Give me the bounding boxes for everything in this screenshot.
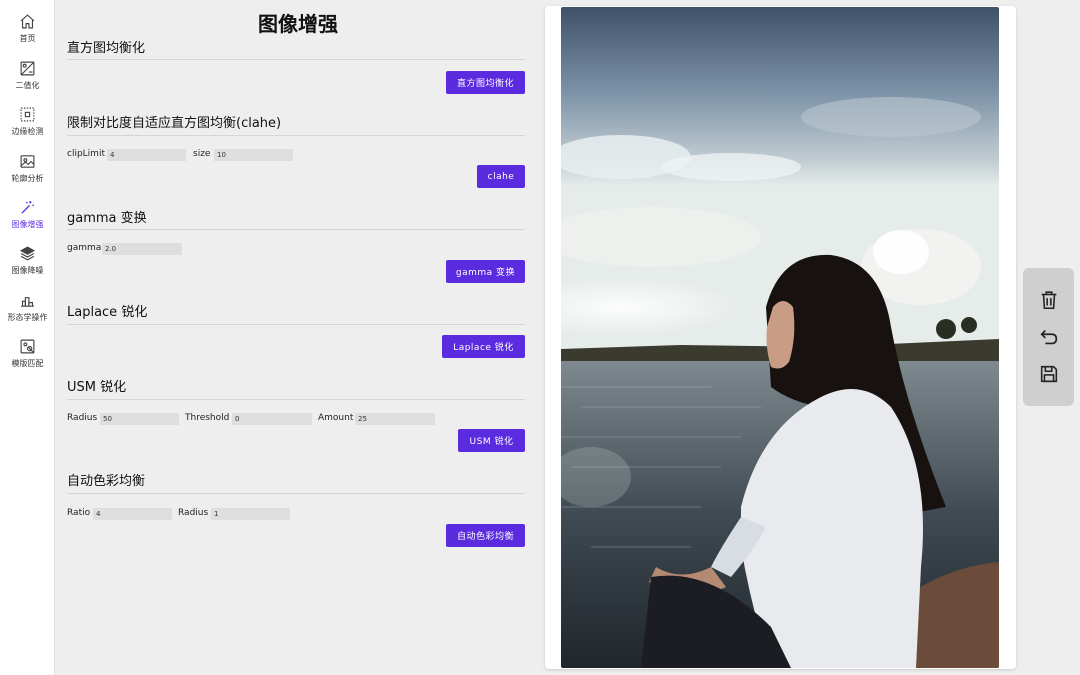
sidebar-item-template-match[interactable]: 模版匹配 <box>0 333 55 379</box>
sidebar-item-binarize[interactable]: 二值化 <box>0 55 55 101</box>
usm-amount-input[interactable]: 25 <box>355 413 435 425</box>
sidebar-item-morphology[interactable]: 形态学操作 <box>0 287 55 333</box>
acb-ratio-label: Ratio <box>67 508 91 518</box>
clahe-title: 限制对比度自适应直方图均衡(clahe) <box>67 116 282 131</box>
sidebar-item-home[interactable]: 首页 <box>0 8 55 54</box>
acb-radius-label: Radius <box>178 508 209 518</box>
sidebar-item-label: 边缘检测 <box>11 127 44 136</box>
contour-icon <box>20 155 35 168</box>
clahe-button[interactable]: clahe <box>477 165 525 188</box>
divider <box>67 229 525 230</box>
acb-title: 自动色彩均衡 <box>67 474 146 489</box>
histeq-title: 直方图均衡化 <box>67 41 146 56</box>
sidebar-item-contour[interactable]: 轮廓分析 <box>0 148 55 194</box>
gamma-label: gamma <box>67 243 102 253</box>
cliplimit-input[interactable]: 4 <box>107 149 186 161</box>
sidebar-item-label: 二值化 <box>15 81 40 90</box>
gamma-title: gamma 变换 <box>67 211 147 226</box>
size-input[interactable]: 10 <box>214 149 293 161</box>
sidebar-item-label: 模版匹配 <box>11 359 44 368</box>
sidebar-item-label: 首页 <box>19 34 36 43</box>
binarize-icon <box>20 61 35 76</box>
layers-icon <box>19 246 36 261</box>
photo-illustration <box>561 7 999 668</box>
usm-button[interactable]: USM 锐化 <box>458 429 525 452</box>
edge-detect-icon <box>20 107 35 122</box>
usm-threshold-input[interactable]: 0 <box>232 413 312 425</box>
home-icon <box>20 14 35 29</box>
delete-button[interactable] <box>1036 287 1061 312</box>
sidebar-item-edge-detect[interactable]: 边缘检测 <box>0 101 55 147</box>
usm-threshold-label: Threshold <box>185 413 230 423</box>
page-title: 图像增强 <box>258 12 338 36</box>
acb-button[interactable]: 自动色彩均衡 <box>446 524 525 547</box>
histeq-button[interactable]: 直方图均衡化 <box>446 71 525 94</box>
enhance-panel: 图像增强 直方图均衡化 直方图均衡化 限制对比度自适应直方图均衡(clahe) … <box>56 0 540 675</box>
magic-wand-icon <box>21 201 34 214</box>
divider <box>67 399 525 400</box>
divider <box>67 135 525 136</box>
sidebar-item-label: 形态学操作 <box>7 313 48 322</box>
gamma-button[interactable]: gamma 变换 <box>446 260 525 283</box>
usm-amount-label: Amount <box>318 413 354 423</box>
divider <box>67 59 525 60</box>
trash-icon <box>1041 290 1056 309</box>
image-preview-card <box>545 6 1016 669</box>
sidebar-item-label: 图像降噪 <box>11 266 44 275</box>
sidebar-item-denoise[interactable]: 图像降噪 <box>0 240 55 286</box>
undo-button[interactable] <box>1036 324 1061 349</box>
laplace-title: Laplace 锐化 <box>67 305 148 320</box>
morphology-icon <box>21 297 34 307</box>
acb-ratio-input[interactable]: 4 <box>93 508 172 520</box>
sidebar-item-label: 轮廓分析 <box>11 174 44 183</box>
save-icon <box>1040 365 1057 382</box>
usm-radius-input[interactable]: 50 <box>100 413 179 425</box>
sidebar-item-label: 图像增强 <box>11 220 44 229</box>
preview-photo <box>561 7 999 668</box>
cliplimit-label: clipLimit <box>67 149 105 159</box>
divider <box>67 493 525 494</box>
gamma-input[interactable]: 2.0 <box>102 243 182 255</box>
image-toolbar <box>1023 268 1074 406</box>
usm-radius-label: Radius <box>67 413 98 423</box>
sidebar: 首页 二值化 边缘检测 轮廓分析 图像增强 图像降噪 形态学操作 模版匹配 <box>0 0 55 675</box>
acb-radius-input[interactable]: 1 <box>211 508 290 520</box>
undo-icon <box>1039 329 1057 344</box>
sidebar-item-enhance[interactable]: 图像增强 <box>0 194 55 240</box>
laplace-button[interactable]: Laplace 锐化 <box>442 335 525 358</box>
template-match-icon <box>20 339 35 354</box>
save-button[interactable] <box>1036 361 1061 386</box>
size-label: size <box>193 149 211 159</box>
divider <box>67 324 525 325</box>
usm-title: USM 锐化 <box>67 380 127 395</box>
